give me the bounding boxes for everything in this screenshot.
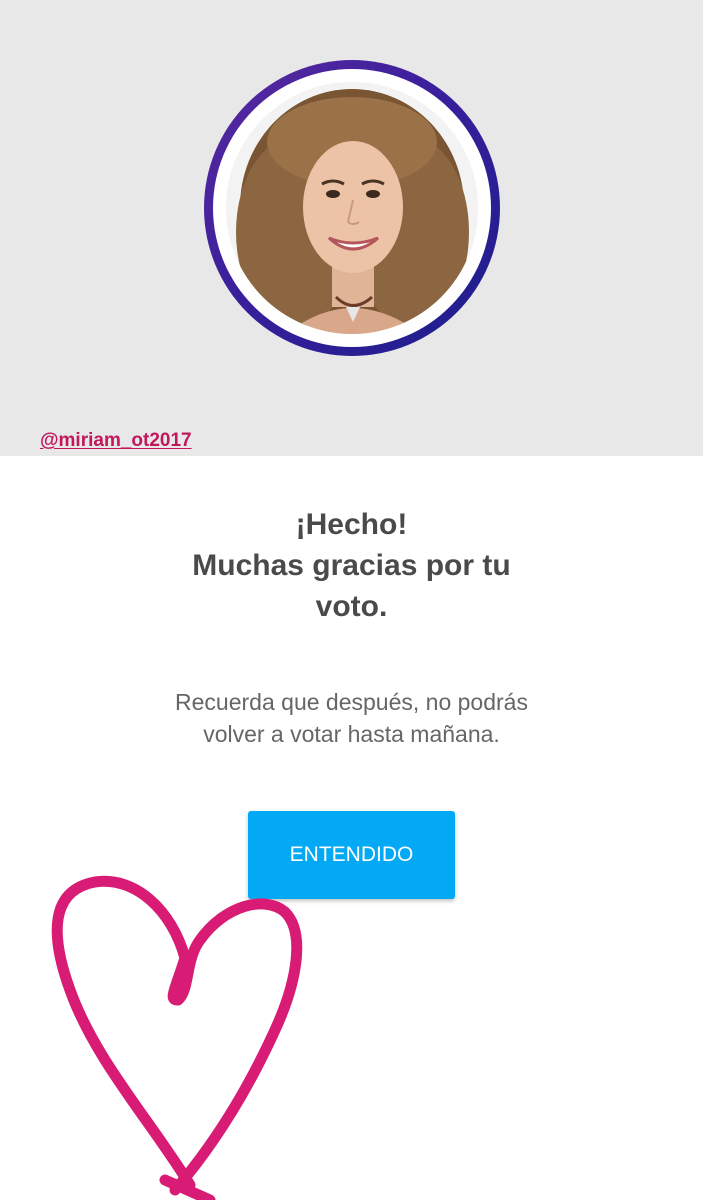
username-handle[interactable]: @miriam_ot2017 bbox=[40, 430, 192, 452]
profile-photo-icon bbox=[226, 82, 478, 334]
vote-confirmation-screen: @miriam_ot2017 ¡Hecho! Muchas gracias po… bbox=[0, 0, 703, 1200]
reminder-text-line-1: Recuerda que después, no podrás bbox=[175, 689, 528, 715]
confirmation-title-line-2: Muchas gracias por tu bbox=[192, 549, 511, 582]
avatar bbox=[226, 82, 478, 334]
understood-button[interactable]: ENTENDIDO bbox=[248, 811, 455, 899]
confirmation-title-line-3: voto. bbox=[315, 590, 388, 623]
profile-header: @miriam_ot2017 bbox=[0, 0, 703, 456]
reminder-text-line-2: volver a votar hasta mañana. bbox=[203, 721, 500, 747]
avatar-ring bbox=[204, 60, 500, 356]
confirmation-title-line-1: ¡Hecho! bbox=[295, 508, 408, 541]
